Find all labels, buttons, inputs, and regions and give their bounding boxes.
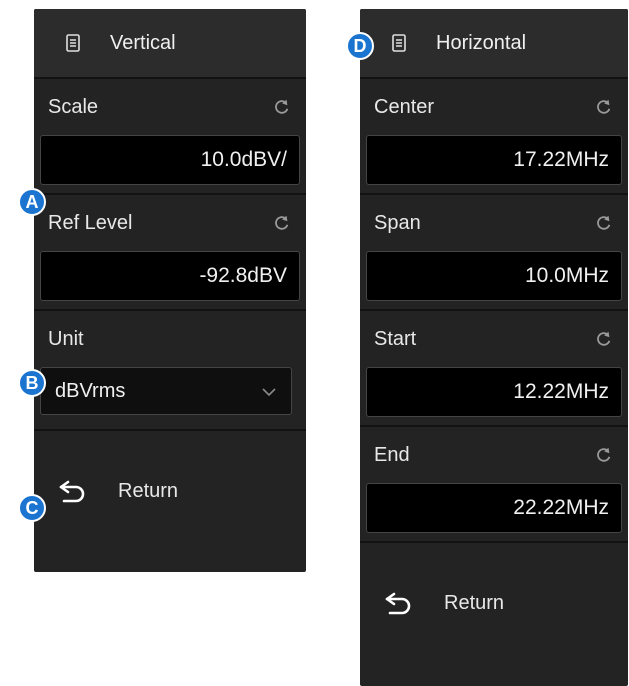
vertical-header: Vertical (34, 9, 306, 79)
vertical-title: Vertical (110, 31, 176, 54)
callout-d-badge: D (346, 32, 374, 60)
unit-section: Unit dBVrms (34, 311, 306, 431)
start-section: Start 12.22MHz (360, 311, 628, 427)
ref-level-value-field[interactable]: -92.8dBV (40, 251, 300, 301)
reset-icon[interactable] (594, 97, 614, 117)
return-arrow-icon (385, 592, 411, 615)
reset-icon[interactable] (594, 329, 614, 349)
span-value-field[interactable]: 10.0MHz (366, 251, 622, 301)
reset-icon[interactable] (594, 445, 614, 465)
span-label: Span (374, 211, 421, 234)
document-icon (64, 34, 82, 52)
center-section: Center 17.22MHz (360, 79, 628, 195)
reset-icon[interactable] (594, 213, 614, 233)
reset-icon[interactable] (272, 213, 292, 233)
callout-a-badge: A (18, 188, 46, 216)
start-value-field[interactable]: 12.22MHz (366, 367, 622, 417)
center-value-field[interactable]: 17.22MHz (366, 135, 622, 185)
horizontal-title: Horizontal (436, 31, 527, 54)
return-label: Return (444, 591, 505, 614)
horizontal-header: Horizontal (360, 9, 628, 79)
return-label: Return (118, 479, 179, 502)
return-arrow-icon (59, 480, 85, 503)
end-value-field[interactable]: 22.22MHz (366, 483, 622, 533)
end-section: End 22.22MHz (360, 427, 628, 543)
scale-label: Scale (48, 95, 99, 118)
horizontal-menu-panel: Horizontal Center 17.22MHz Span 10.0MHz … (360, 9, 628, 686)
callout-b-badge: B (18, 369, 46, 397)
unit-label: Unit (48, 327, 84, 350)
center-label: Center (374, 95, 435, 118)
unit-selected-value: dBVrms (55, 379, 126, 402)
return-button[interactable]: Return (34, 431, 306, 551)
vertical-menu-panel: Vertical Scale 10.0dBV/ Ref Level -92.8d… (34, 9, 306, 572)
unit-dropdown[interactable]: dBVrms (40, 367, 292, 415)
ref-level-section: Ref Level -92.8dBV (34, 195, 306, 311)
ref-level-label: Ref Level (48, 211, 133, 234)
scale-value-field[interactable]: 10.0dBV/ (40, 135, 300, 185)
span-section: Span 10.0MHz (360, 195, 628, 311)
start-label: Start (374, 327, 417, 350)
return-button[interactable]: Return (360, 543, 628, 663)
chevron-down-icon (261, 380, 277, 403)
document-icon (390, 34, 408, 52)
scale-section: Scale 10.0dBV/ (34, 79, 306, 195)
callout-c-badge: C (18, 494, 46, 522)
reset-icon[interactable] (272, 97, 292, 117)
end-label: End (374, 443, 410, 466)
